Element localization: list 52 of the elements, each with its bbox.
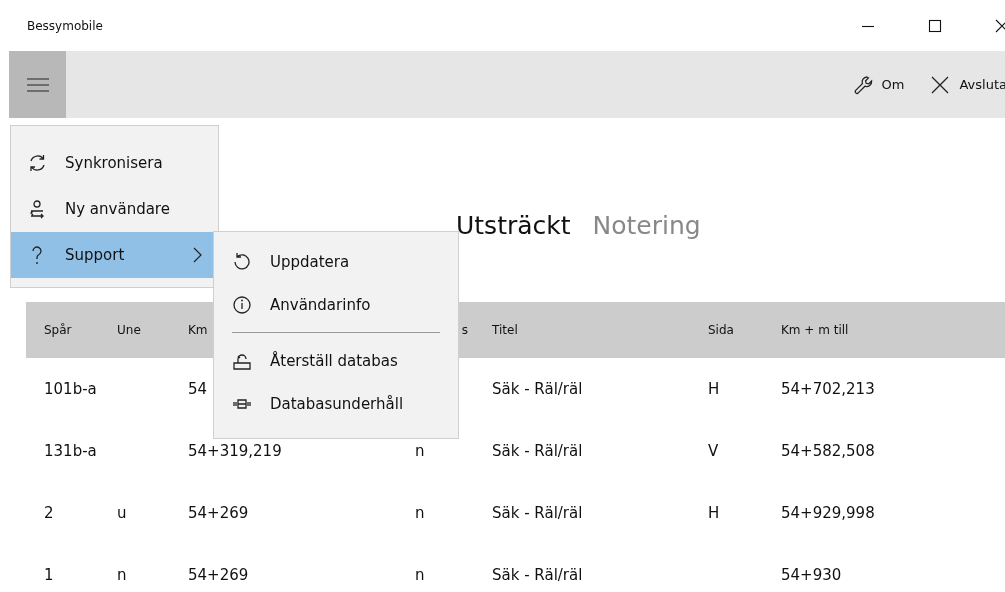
exit-button[interactable]: Avsluta — [930, 74, 1005, 95]
table-cell: n — [415, 442, 425, 460]
table-cell: 54+930 — [781, 566, 842, 584]
table-cell: 54+319,219 — [188, 442, 282, 460]
table-cell: 54+929,998 — [781, 504, 875, 522]
maximize-icon[interactable] — [928, 18, 942, 33]
submenu-item[interactable]: Databasunderhåll — [214, 382, 458, 425]
table-cell: Säk - Räl/räl — [492, 380, 583, 398]
submenu-item[interactable]: Uppdatera — [214, 240, 458, 283]
column-header[interactable]: Sida — [708, 323, 734, 337]
table-cell: H — [708, 504, 720, 522]
column-header[interactable]: Km + m till — [781, 323, 849, 337]
menu-item[interactable]: Support — [11, 232, 214, 278]
menu-icon — [26, 77, 49, 92]
table-cell: V — [708, 442, 719, 460]
close-icon — [930, 74, 951, 95]
column-header[interactable]: Titel — [492, 323, 518, 337]
about-button[interactable]: Om — [852, 74, 905, 95]
table-cell-text: 101b-a — [43, 380, 97, 398]
refresh-icon — [232, 251, 252, 272]
tab[interactable]: Utsträckt — [456, 210, 571, 240]
table-cell: n — [415, 504, 425, 522]
table-cell: n — [415, 566, 425, 584]
table-cell: H — [708, 380, 720, 398]
wrench-icon — [852, 74, 873, 95]
window-title: Bessymobile — [27, 18, 103, 33]
table-cell: u — [117, 504, 127, 522]
submenu-item[interactable]: Återställ databas — [214, 339, 458, 382]
table-cell: 54+582,508 — [781, 442, 875, 460]
submenu-item[interactable]: Användarinfo — [214, 283, 458, 326]
close-icon[interactable] — [995, 18, 1005, 33]
table-cell-text: 1 — [43, 566, 54, 584]
tab[interactable]: Notering — [592, 210, 701, 240]
column-header[interactable]: Une — [117, 323, 141, 337]
table-cell-text: 2 — [43, 504, 54, 522]
column-header[interactable]: Km — [188, 323, 208, 337]
table-cell: Säk - Räl/räl — [492, 442, 583, 460]
info-icon — [232, 294, 252, 315]
menu-item[interactable]: Ny användare — [11, 186, 214, 232]
table-cell: 54+269 — [188, 566, 249, 584]
table-cell: n — [117, 566, 127, 584]
table-cell: Säk - Räl/räl — [492, 566, 583, 584]
table-cell: 54 — [188, 380, 208, 398]
table-cell-text: 131b-a — [43, 442, 97, 460]
table-cell: Säk - Räl/räl — [492, 504, 583, 522]
menu-button[interactable] — [9, 51, 66, 118]
table-cell: 54+702,213 — [781, 380, 875, 398]
menu-item[interactable]: Synkronisera — [11, 140, 214, 186]
column-header[interactable]: Spår — [26, 323, 72, 337]
column-header[interactable]: s — [461, 323, 492, 337]
sync-icon — [27, 153, 47, 173]
table-cell: 54+269 — [188, 504, 249, 522]
